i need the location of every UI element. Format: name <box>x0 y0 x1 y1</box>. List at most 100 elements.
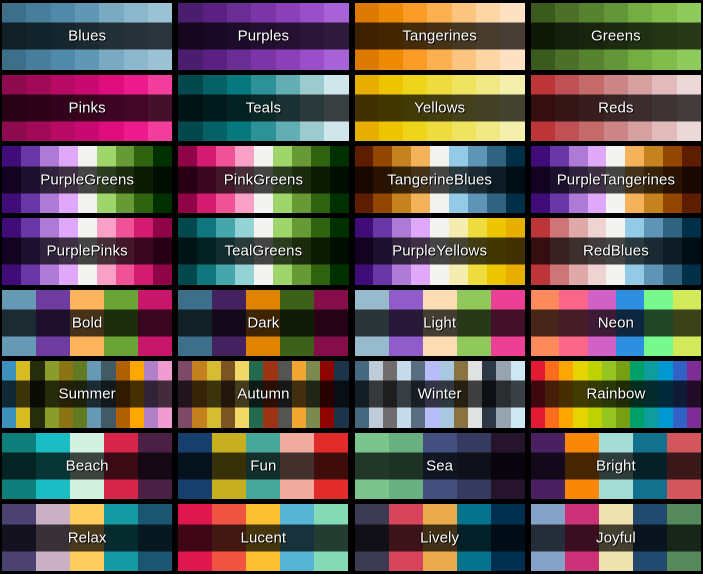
palette-cell[interactable]: RedBlues <box>530 217 701 285</box>
color-swatch <box>138 504 173 571</box>
color-swatch <box>58 361 73 428</box>
palette-cell[interactable]: Greens <box>530 3 701 70</box>
color-swatch <box>280 504 315 571</box>
color-swatch <box>206 361 221 428</box>
color-swatch <box>299 74 325 142</box>
palette-cell[interactable]: PurpleYellows <box>354 217 525 285</box>
palette-cell[interactable]: Lucent <box>178 504 349 571</box>
color-swatch <box>272 217 292 285</box>
color-swatch <box>354 289 389 357</box>
color-swatch <box>476 3 501 70</box>
palette-cell[interactable]: Yellows <box>354 74 525 142</box>
palette-cell[interactable]: Neon <box>530 289 701 357</box>
color-swatch <box>70 289 105 357</box>
color-swatch <box>36 432 71 500</box>
palette-cell[interactable]: Autumn <box>178 361 349 428</box>
color-swatch <box>603 74 629 142</box>
palette-cell[interactable]: PurpleGreens <box>2 146 173 213</box>
palette-cell[interactable]: PurplePinks <box>2 217 173 285</box>
palette-cell[interactable]: Joyful <box>530 504 701 571</box>
color-swatch <box>280 432 315 500</box>
color-swatch <box>36 504 71 571</box>
palette-cell[interactable]: Winter <box>354 361 525 428</box>
color-swatch <box>530 74 556 142</box>
palette-cell[interactable]: Sea <box>354 432 525 500</box>
color-swatch <box>449 146 469 213</box>
color-swatch <box>202 3 227 70</box>
color-swatch <box>449 217 469 285</box>
color-swatch <box>388 289 423 357</box>
color-swatch <box>324 74 349 142</box>
palette-cell[interactable]: Fun <box>178 432 349 500</box>
color-swatch <box>299 3 325 70</box>
color-swatch <box>2 289 37 357</box>
color-swatch <box>615 361 631 428</box>
color-swatch <box>354 146 374 213</box>
color-swatch <box>20 217 40 285</box>
color-swatch <box>197 217 217 285</box>
palette-cell[interactable]: Beach <box>2 432 173 500</box>
color-swatch <box>411 217 431 285</box>
color-swatch <box>58 217 78 285</box>
palette-cell[interactable]: Summer <box>2 361 173 428</box>
palette-cell[interactable]: PurpleTangerines <box>530 146 701 213</box>
palette-cell[interactable]: TangerineBlues <box>354 146 525 213</box>
color-swatch <box>77 217 97 285</box>
palette-cell[interactable]: Tangerines <box>354 3 525 70</box>
palette-cell[interactable]: Relax <box>2 504 173 571</box>
color-swatch <box>235 146 254 213</box>
color-swatch <box>676 74 701 142</box>
color-swatch <box>2 217 21 285</box>
color-swatch <box>220 361 235 428</box>
color-swatch <box>411 361 426 428</box>
palette-cell[interactable]: PinkGreens <box>178 146 349 213</box>
color-swatch <box>96 217 116 285</box>
color-swatch <box>251 3 276 70</box>
color-swatch <box>178 74 203 142</box>
color-swatch <box>544 361 560 428</box>
palette-cell[interactable]: Teals <box>178 74 349 142</box>
palette-cell[interactable]: Purples <box>178 3 349 70</box>
palette-cell[interactable]: Light <box>354 289 525 357</box>
color-swatch <box>153 146 173 213</box>
color-swatch <box>354 74 379 142</box>
palette-cell[interactable]: Rainbow <box>530 361 701 428</box>
palette-cell[interactable]: Lively <box>354 504 525 571</box>
color-swatch <box>202 74 227 142</box>
color-swatch <box>99 3 124 70</box>
palette-grid: Blues Purples Tangerines Greens Pinks Teals Ye… <box>0 0 703 574</box>
color-swatch <box>50 74 75 142</box>
color-swatch <box>579 3 604 70</box>
palette-cell[interactable]: TealGreens <box>178 217 349 285</box>
color-swatch <box>310 146 330 213</box>
color-swatch <box>663 146 683 213</box>
color-swatch <box>568 146 588 213</box>
color-swatch <box>20 146 40 213</box>
palette-cell[interactable]: Pinks <box>2 74 173 142</box>
palette-cell[interactable]: Bright <box>530 432 701 500</box>
palette-cell[interactable]: Reds <box>530 74 701 142</box>
color-swatch <box>500 74 525 142</box>
palette-cell[interactable]: Bold <box>2 289 173 357</box>
color-swatch <box>456 289 491 357</box>
color-swatch <box>314 432 349 500</box>
color-swatch <box>253 146 273 213</box>
color-swatch <box>253 217 273 285</box>
color-swatch <box>246 504 281 571</box>
color-swatch <box>490 289 525 357</box>
color-swatch <box>530 3 556 70</box>
color-swatch <box>235 361 250 428</box>
color-swatch <box>334 361 349 428</box>
color-swatch <box>587 361 602 428</box>
palette-cell[interactable]: Blues <box>2 3 173 70</box>
palette-cell[interactable]: Dark <box>178 289 349 357</box>
color-swatch <box>530 432 565 500</box>
color-swatch <box>197 146 217 213</box>
color-swatch <box>354 432 389 500</box>
color-swatch <box>658 361 673 428</box>
color-swatch <box>320 361 335 428</box>
color-swatch <box>178 3 203 70</box>
color-swatch <box>382 361 398 428</box>
color-swatch <box>314 504 349 571</box>
color-swatch <box>598 504 633 571</box>
